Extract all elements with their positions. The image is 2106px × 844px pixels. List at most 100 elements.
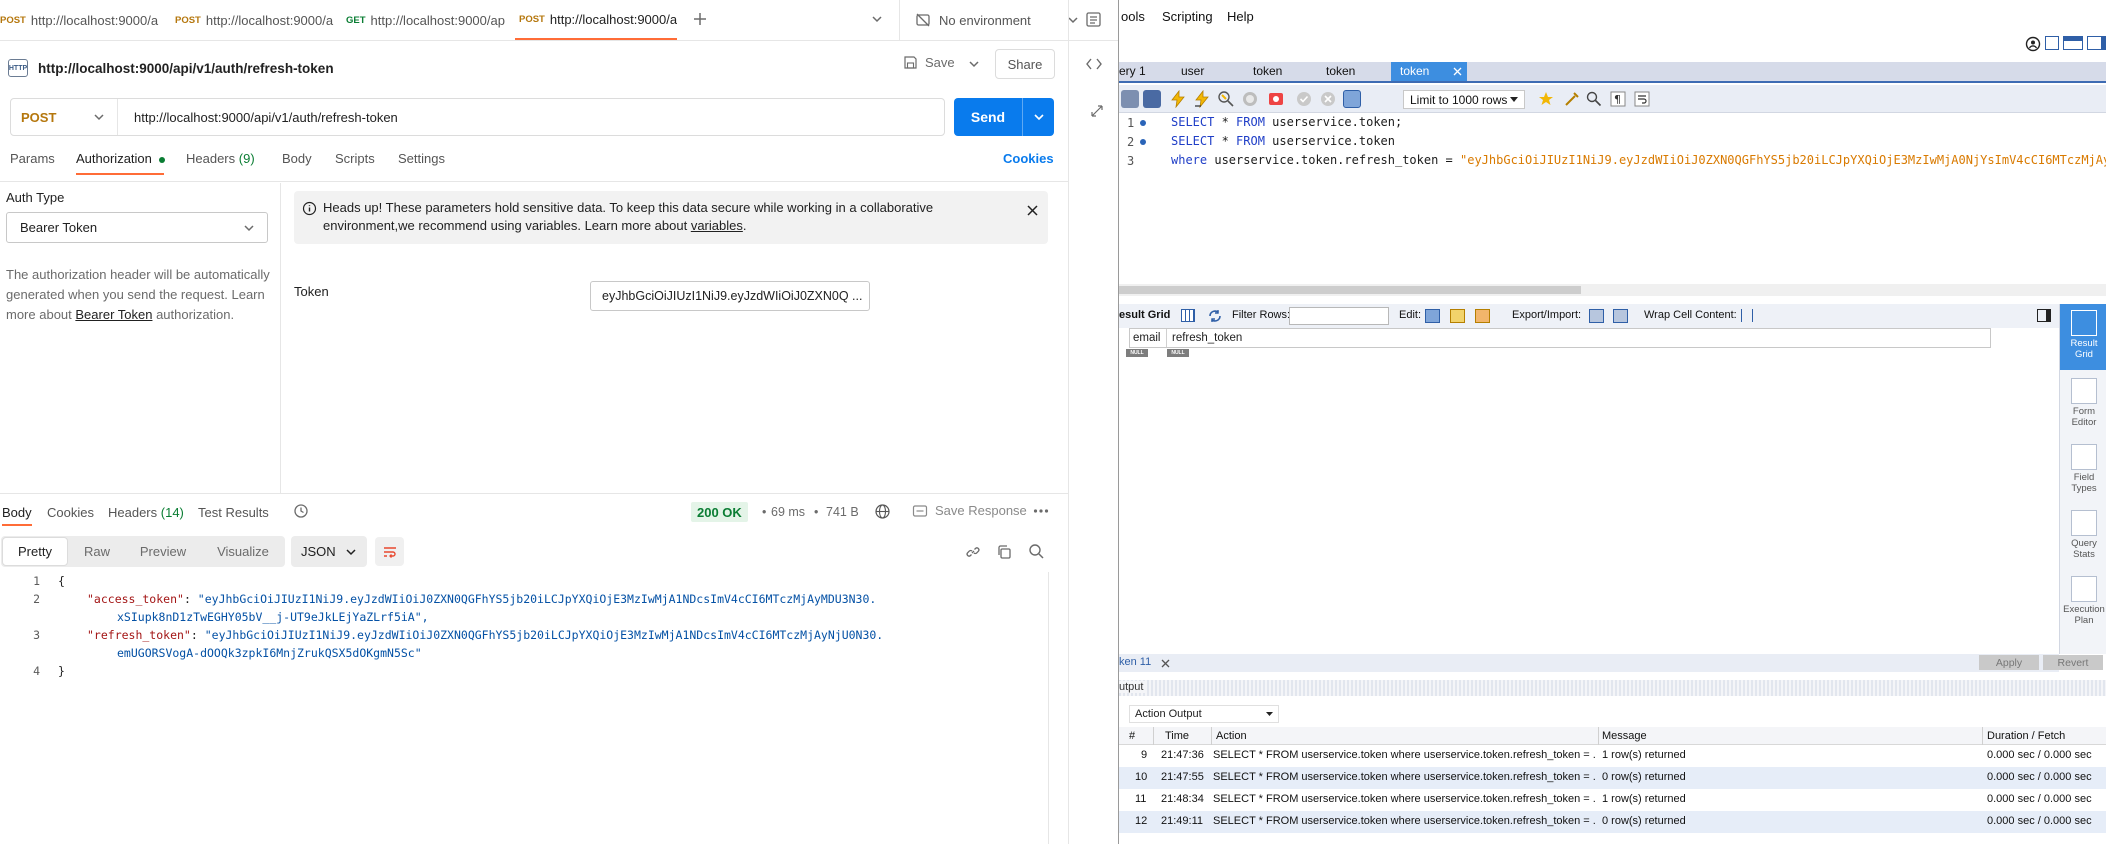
output-row[interactable]: 10 21:47:55 SELECT * FROM userservice.to… xyxy=(1119,767,2106,789)
view-raw[interactable]: Raw xyxy=(71,536,123,567)
col-duration[interactable]: Duration / Fetch xyxy=(1987,730,2065,742)
null-cell[interactable]: NULL xyxy=(1126,349,1148,357)
menu-scripting[interactable]: Scripting xyxy=(1162,9,1213,24)
rollback-icon[interactable] xyxy=(1319,90,1337,108)
wrap-text-icon[interactable] xyxy=(1633,90,1651,108)
query-tab-token-2[interactable]: token xyxy=(1326,64,1355,78)
close-icon[interactable] xyxy=(1026,204,1039,217)
tabs-dropdown-chevron-icon[interactable] xyxy=(871,13,883,25)
filter-rows-input[interactable] xyxy=(1289,307,1389,325)
toggle-continue-icon[interactable] xyxy=(1267,90,1285,108)
save-script-icon[interactable] xyxy=(1143,90,1161,108)
query-tab-1[interactable]: ery 1 xyxy=(1119,64,1146,78)
wrap-lines-icon[interactable] xyxy=(375,537,404,566)
grid-icon[interactable] xyxy=(1181,309,1195,322)
format-select[interactable]: JSON xyxy=(291,536,367,567)
find-icon[interactable] xyxy=(1585,90,1603,108)
column-header-refresh-token[interactable]: refresh_token xyxy=(1172,332,1242,344)
response-tab-cookies[interactable]: Cookies xyxy=(47,505,94,520)
tab-scripts[interactable]: Scripts xyxy=(335,151,375,166)
col-message[interactable]: Message xyxy=(1602,730,1647,742)
tab-headers[interactable]: Headers (9) xyxy=(186,151,255,166)
horizontal-scrollbar[interactable] xyxy=(1119,284,2106,296)
add-star-icon[interactable] xyxy=(1537,90,1555,108)
side-execution-plan[interactable]: Execution Plan xyxy=(2060,572,2106,638)
action-output-select[interactable]: Action Output xyxy=(1129,705,1279,723)
add-row-icon[interactable] xyxy=(1450,309,1465,323)
delete-row-icon[interactable] xyxy=(1475,309,1490,323)
refresh-icon[interactable] xyxy=(1207,308,1223,324)
new-tab-plus-icon[interactable] xyxy=(692,11,708,27)
col-action[interactable]: Action xyxy=(1216,730,1247,742)
layout-top-icon[interactable] xyxy=(2063,36,2083,50)
layout-left-icon[interactable] xyxy=(2045,36,2059,50)
stop-icon[interactable] xyxy=(1241,90,1259,108)
execute-lightning-icon[interactable] xyxy=(1169,90,1187,108)
scrollbar[interactable] xyxy=(1048,572,1049,844)
revert-button[interactable]: Revert xyxy=(2043,655,2103,670)
wrap-cell-icon[interactable] xyxy=(1741,309,1753,322)
view-pretty[interactable]: Pretty xyxy=(2,537,68,566)
response-tab-headers[interactable]: Headers (14) xyxy=(108,505,184,520)
search-icon[interactable] xyxy=(1028,543,1045,560)
col-time[interactable]: Time xyxy=(1165,730,1189,742)
apply-button[interactable]: Apply xyxy=(1979,655,2039,670)
output-row[interactable]: 9 21:47:36 SELECT * FROM userservice.tok… xyxy=(1119,745,2106,767)
beautify-icon[interactable] xyxy=(1563,90,1581,108)
request-tab-3[interactable]: GET http://localhost:9000/ap xyxy=(346,0,506,40)
view-visualize[interactable]: Visualize xyxy=(205,536,281,567)
side-result-grid[interactable]: Result Grid xyxy=(2060,304,2106,370)
close-icon[interactable] xyxy=(1453,67,1462,76)
result-tab[interactable]: ken 11 xyxy=(1119,656,1151,668)
invisible-chars-icon[interactable]: ¶ xyxy=(1609,90,1627,108)
bearer-token-link[interactable]: Bearer Token xyxy=(75,307,152,322)
output-row[interactable]: 12 21:49:11 SELECT * FROM userservice.to… xyxy=(1119,811,2106,833)
close-icon[interactable] xyxy=(1161,659,1170,668)
query-tab-user[interactable]: user xyxy=(1181,64,1204,78)
side-form-editor[interactable]: Form Editor xyxy=(2060,374,2106,436)
auth-type-select[interactable]: Bearer Token xyxy=(6,212,268,243)
save-options-chevron-icon[interactable] xyxy=(968,58,980,70)
share-button[interactable]: Share xyxy=(995,49,1055,79)
request-tab-2[interactable]: POST http://localhost:9000/a xyxy=(175,0,335,40)
globe-icon[interactable] xyxy=(874,503,891,520)
menu-tools[interactable]: ools xyxy=(1121,9,1145,24)
view-preview[interactable]: Preview xyxy=(127,536,199,567)
tab-body[interactable]: Body xyxy=(282,151,312,166)
link-icon[interactable] xyxy=(965,544,981,560)
method-select[interactable]: POST xyxy=(11,99,118,135)
tab-authorization[interactable]: Authorization xyxy=(76,151,165,166)
limit-rows-select[interactable]: Limit to 1000 rows xyxy=(1403,90,1525,109)
query-tab-token-1[interactable]: token xyxy=(1253,64,1282,78)
user-icon[interactable] xyxy=(2025,36,2041,52)
output-row[interactable]: 11 21:48:34 SELECT * FROM userservice.to… xyxy=(1119,789,2106,811)
request-tab-1[interactable]: POST http://localhost:9000/a xyxy=(0,0,160,40)
tab-params[interactable]: Params xyxy=(10,151,55,166)
commit-icon[interactable] xyxy=(1295,90,1313,108)
save-response-button[interactable]: Save Response xyxy=(912,503,1027,518)
sidebar-panel-icon[interactable] xyxy=(1085,11,1102,28)
toggle-panel-icon[interactable] xyxy=(2037,309,2051,322)
menu-help[interactable]: Help xyxy=(1227,9,1254,24)
variables-link[interactable]: variables xyxy=(691,218,743,233)
response-tab-test-results[interactable]: Test Results xyxy=(198,505,269,520)
send-button[interactable]: Send xyxy=(954,98,1054,136)
send-options-chevron-icon[interactable] xyxy=(1023,111,1054,123)
sql-editor[interactable]: 1 SELECT * FROM userservice.token; 2 SEL… xyxy=(1119,114,2106,284)
open-file-icon[interactable] xyxy=(1121,90,1139,108)
cookies-link[interactable]: Cookies xyxy=(1003,151,1054,166)
layout-right-icon[interactable] xyxy=(2087,36,2106,50)
col-number[interactable]: # xyxy=(1129,730,1135,742)
execute-current-icon[interactable] xyxy=(1193,90,1211,108)
result-grid[interactable]: email refresh_token xyxy=(1129,328,1991,348)
environment-selector[interactable]: No environment xyxy=(915,12,1079,28)
side-field-types[interactable]: Field Types xyxy=(2060,440,2106,502)
history-icon[interactable] xyxy=(293,503,309,519)
save-button[interactable]: Save xyxy=(903,55,955,70)
side-query-stats[interactable]: Query Stats xyxy=(2060,506,2106,568)
token-input[interactable]: eyJhbGciOiJIUzI1NiJ9.eyJzdWIiOiJ0ZXN0Q .… xyxy=(590,281,870,311)
code-icon[interactable] xyxy=(1085,56,1103,72)
null-cell[interactable]: NULL xyxy=(1167,349,1189,357)
response-tab-body[interactable]: Body xyxy=(2,505,32,520)
request-tab-4[interactable]: POST http://localhost:9000/a xyxy=(515,0,677,40)
